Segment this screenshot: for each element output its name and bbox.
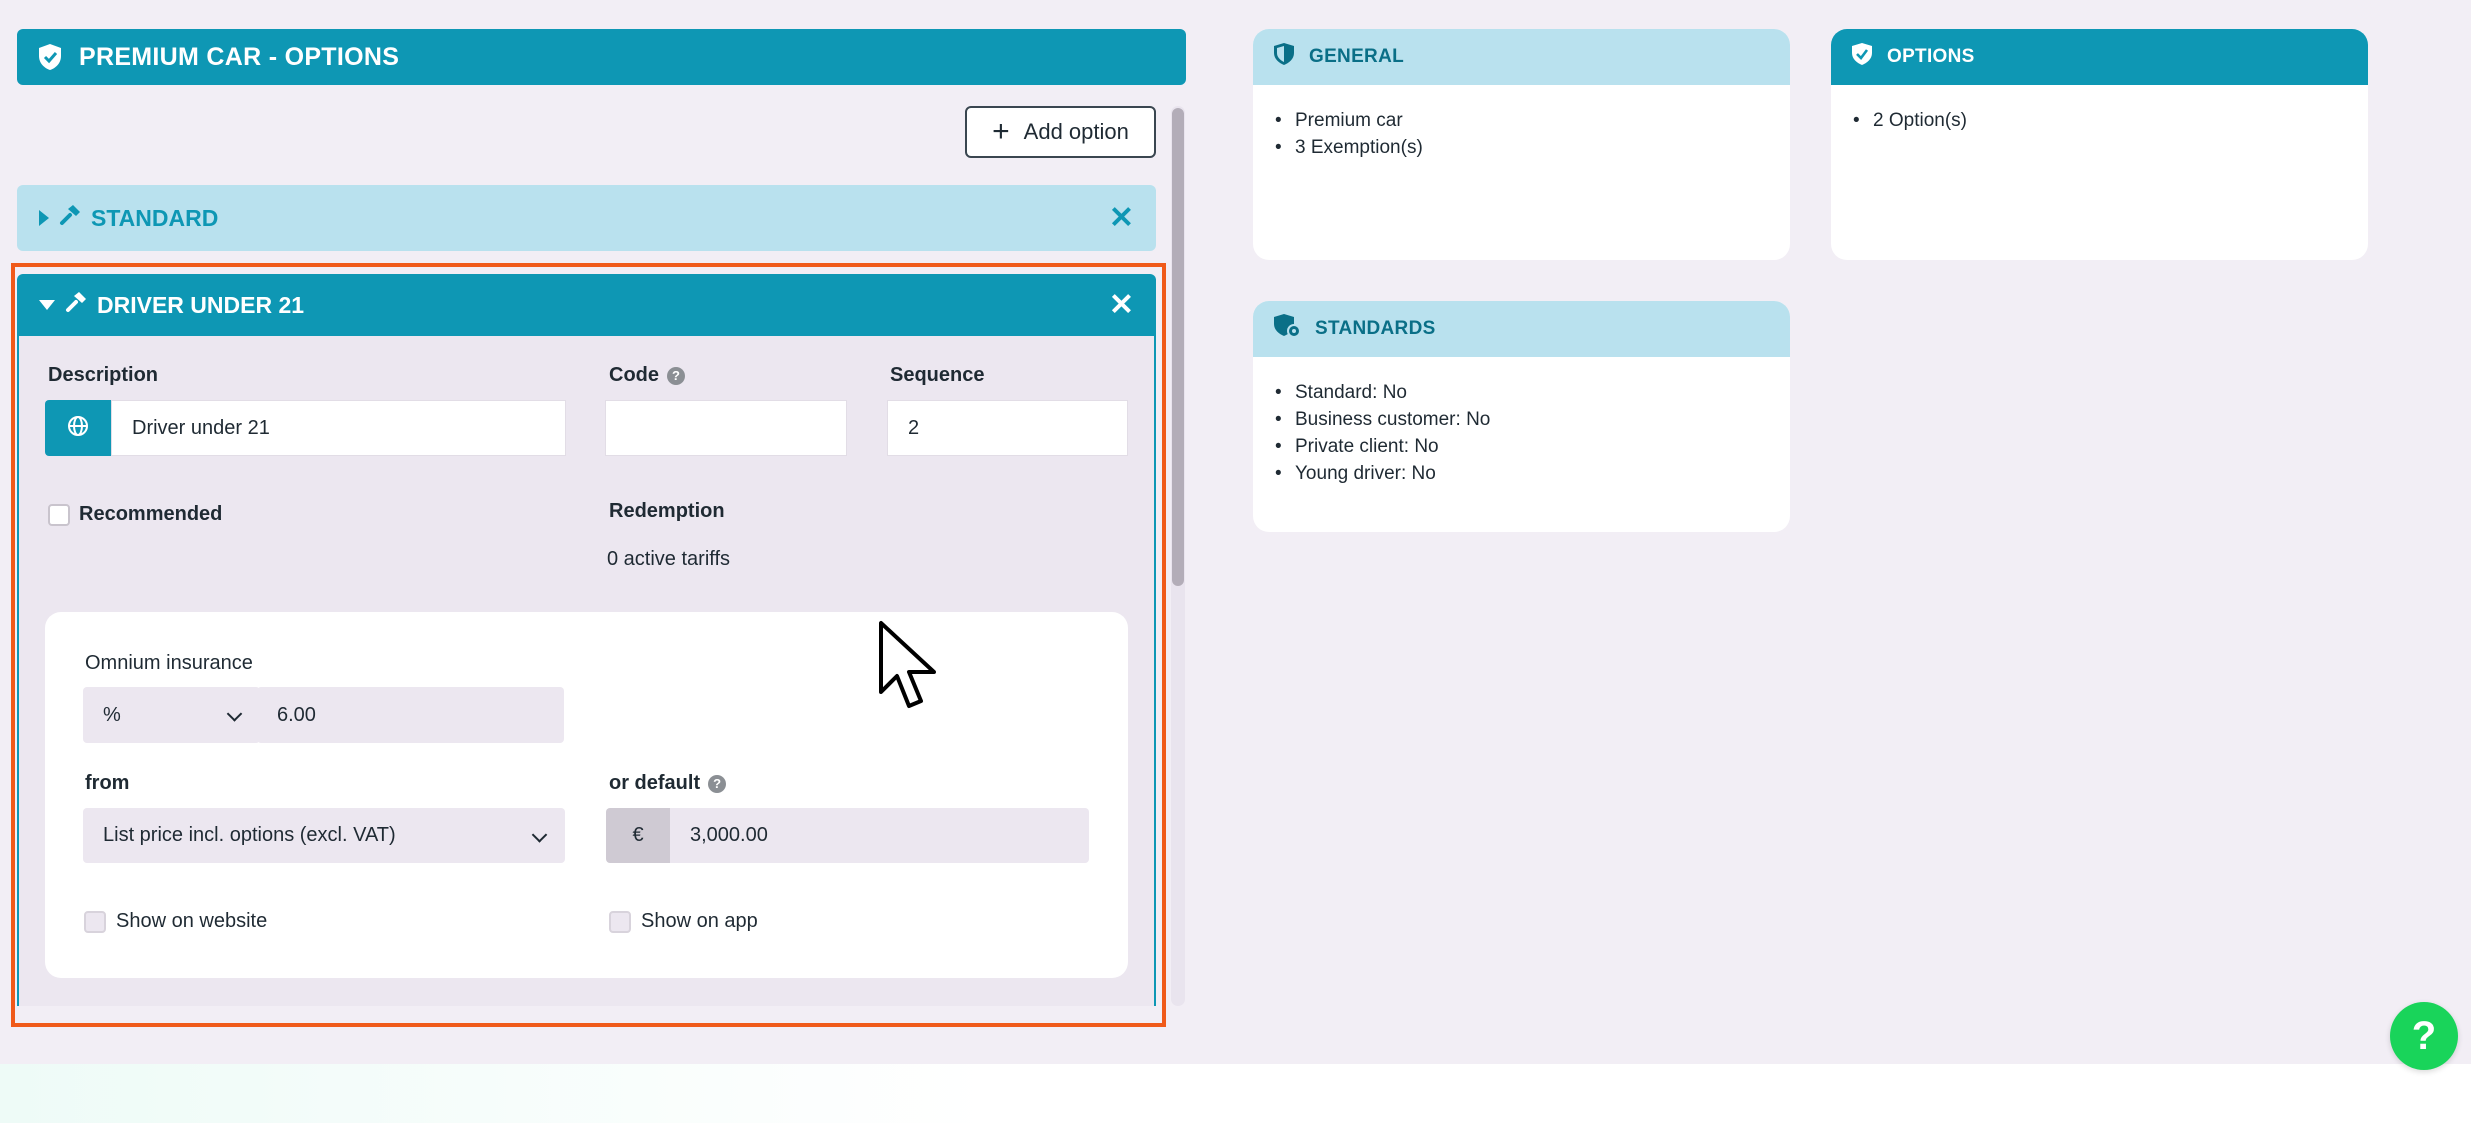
show-on-app-checkbox[interactable]: [609, 911, 631, 933]
shield-icon: [1273, 42, 1295, 72]
info-icon[interactable]: ?: [708, 775, 727, 793]
standard-item-label: Business customer:: [1295, 409, 1461, 430]
globe-icon: [67, 415, 89, 442]
shield-check-icon: [37, 43, 63, 71]
caret-down-icon: [39, 300, 55, 310]
omnium-value-input[interactable]: 6.00: [257, 687, 564, 743]
sequence-label: Sequence: [890, 364, 985, 386]
info-icon[interactable]: ?: [667, 367, 685, 385]
standard-item-label: Standard:: [1295, 382, 1378, 403]
from-label: from: [85, 772, 130, 794]
code-label: Code?: [609, 364, 685, 387]
list-item: Premium car: [1275, 107, 1790, 134]
omnium-unit-select[interactable]: %: [83, 687, 260, 743]
redemption-value: 0 active tariffs: [607, 548, 731, 570]
standard-item-label: Young driver:: [1295, 463, 1407, 484]
from-select-value: List price incl. options (excl. VAT): [103, 824, 396, 846]
hammer-icon: [65, 291, 87, 319]
default-label-text: or default: [609, 772, 701, 794]
options-card: OPTIONS 2 Option(s): [1831, 29, 2368, 260]
standard-item-value: No: [1466, 409, 1491, 430]
sequence-input[interactable]: 2: [887, 400, 1128, 456]
default-label: or default?: [609, 772, 727, 795]
general-list: Premium car 3 Exemption(s): [1253, 85, 1790, 161]
from-select[interactable]: List price incl. options (excl. VAT): [83, 808, 565, 863]
list-item: Young driver: No: [1275, 460, 1790, 487]
list-item: 2 Option(s): [1853, 107, 2368, 134]
list-item: Private client: No: [1275, 433, 1790, 460]
accordion-standard-title: STANDARD: [91, 204, 219, 231]
chevron-down-icon: [226, 706, 243, 722]
help-button[interactable]: ?: [2390, 1002, 2458, 1070]
add-option-button[interactable]: + Add option: [965, 106, 1156, 158]
close-icon[interactable]: ✕: [1109, 288, 1134, 323]
code-label-text: Code: [609, 364, 659, 386]
close-icon[interactable]: ✕: [1109, 201, 1134, 236]
general-card: GENERAL Premium car 3 Exemption(s): [1253, 29, 1790, 260]
footer-band: [0, 1064, 2471, 1123]
standard-item-value: No: [1382, 382, 1407, 403]
list-item: 3 Exemption(s): [1275, 134, 1790, 161]
show-on-website-label: Show on website: [116, 910, 268, 932]
standard-item-value: No: [1411, 463, 1436, 484]
add-option-label: Add option: [1023, 119, 1129, 144]
mouse-cursor-icon: [878, 620, 940, 717]
general-card-header: GENERAL: [1253, 29, 1790, 85]
show-on-website-checkbox[interactable]: [84, 911, 106, 933]
caret-right-icon: [39, 210, 49, 226]
standards-card-title: STANDARDS: [1315, 318, 1436, 339]
list-item: Business customer: No: [1275, 406, 1790, 433]
code-input[interactable]: [605, 400, 847, 456]
standard-item-label: Private client:: [1295, 436, 1410, 457]
hammer-icon: [59, 204, 81, 232]
standards-list: Standard: No Business customer: No Priva…: [1253, 357, 1790, 487]
recommended-label: Recommended: [79, 503, 223, 525]
shield-check-icon: [1851, 42, 1873, 72]
omnium-unit-value: %: [103, 703, 121, 726]
description-label: Description: [48, 364, 159, 386]
chevron-down-icon: [531, 826, 548, 843]
standards-card-header: STANDARDS: [1253, 301, 1790, 357]
page-title: PREMIUM CAR - OPTIONS: [79, 42, 400, 71]
language-button[interactable]: [45, 400, 111, 456]
options-list: 2 Option(s): [1831, 85, 2368, 134]
page-header: PREMIUM CAR - OPTIONS: [17, 29, 1186, 85]
plus-icon: +: [992, 115, 1010, 148]
options-card-header: OPTIONS: [1831, 29, 2368, 85]
accordion-standard[interactable]: STANDARD ✕: [17, 185, 1156, 251]
list-item: Standard: No: [1275, 379, 1790, 406]
options-card-title: OPTIONS: [1887, 46, 1975, 67]
redemption-label: Redemption: [609, 500, 725, 522]
currency-prefix: €: [606, 808, 670, 863]
general-card-title: GENERAL: [1309, 46, 1404, 67]
recommended-checkbox[interactable]: [48, 504, 70, 526]
default-value-input[interactable]: 3,000.00: [670, 808, 1089, 863]
omnium-label: Omnium insurance: [85, 652, 253, 674]
show-on-app-label: Show on app: [641, 910, 758, 932]
standards-card: STANDARDS Standard: No Business customer…: [1253, 301, 1790, 532]
accordion-driver-title: DRIVER UNDER 21: [97, 291, 305, 318]
shield-gear-icon: [1273, 313, 1301, 345]
description-input[interactable]: Driver under 21: [111, 400, 566, 456]
standard-item-value: No: [1414, 436, 1439, 457]
accordion-driver-under-21[interactable]: DRIVER UNDER 21 ✕: [17, 274, 1156, 336]
scrollbar-thumb[interactable]: [1172, 108, 1184, 586]
